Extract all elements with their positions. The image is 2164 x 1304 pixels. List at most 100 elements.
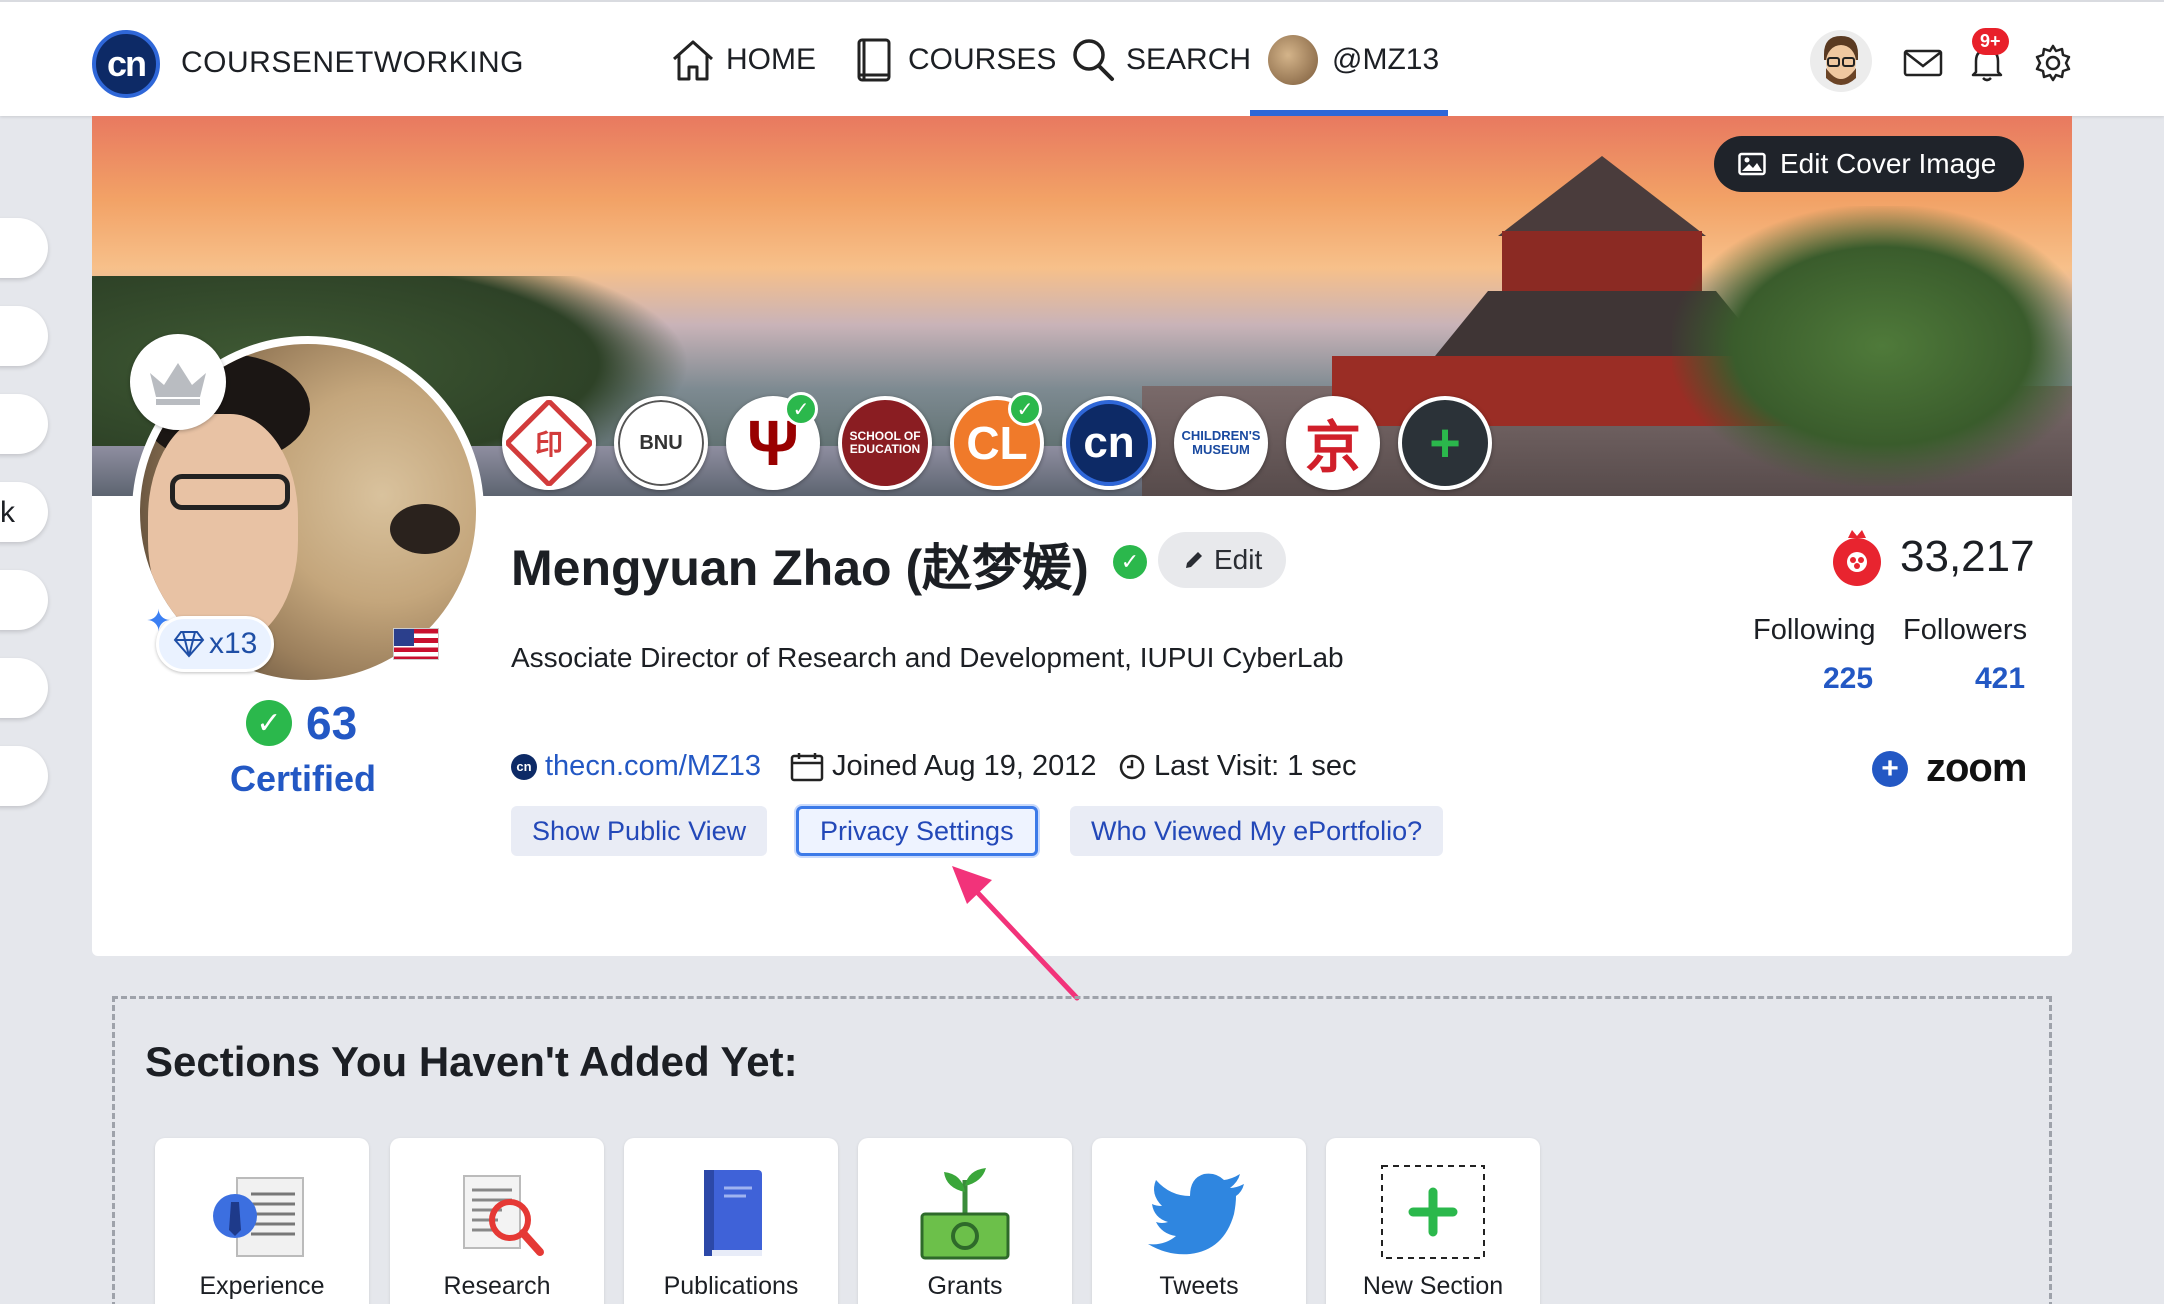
sections-title: Sections You Haven't Added Yet: [145,1038,798,1085]
joined-text: Joined Aug 19, 2012 [832,750,1097,782]
privacy-settings-button[interactable]: Privacy Settings [796,806,1038,856]
last-visit-text: Last Visit: 1 sec [1154,750,1357,782]
add-badge-button[interactable]: + [1398,396,1492,490]
coursenetworking-logo[interactable]: cn [92,30,160,98]
section-label: Grants [927,1272,1003,1300]
side-tab[interactable] [0,746,48,806]
edit-profile-button[interactable]: Edit [1158,532,1287,588]
side-tab[interactable] [0,218,48,278]
education-badge-text: SCHOOL OF EDUCATION [849,428,921,456]
add-zoom-icon[interactable]: + [1872,751,1908,787]
points-value: 33,217 [1900,532,2035,581]
certified-count[interactable]: ✓ 63 [246,696,357,750]
user-avatar[interactable] [1810,30,1872,92]
photo-dog-nose [390,504,460,554]
cover-willow [1672,206,2072,486]
edit-cover-label: Edit Cover Image [1780,148,1997,179]
school-of-education-badge[interactable]: SCHOOL OF EDUCATION [838,396,932,490]
gear-icon[interactable] [2032,42,2074,84]
edit-label: Edit [1214,544,1263,575]
section-experience[interactable]: Experience [155,1138,369,1304]
nav-search[interactable]: SEARCH [1068,32,1251,88]
nav-courses[interactable]: COURSES [850,32,1056,88]
image-icon [1738,152,1766,176]
clock-icon [1119,754,1145,779]
gem-counter[interactable]: x13 [156,616,275,672]
chinese-seal-badge[interactable]: 印 [502,396,596,490]
profile-title: Associate Director of Research and Devel… [511,642,1344,673]
beijing-normal-university-badge[interactable]: BNU [614,396,708,490]
cn-badge[interactable]: cn [1062,396,1156,490]
side-tab[interactable] [0,394,48,454]
nav-profile[interactable]: @MZ13 [1268,32,1439,88]
us-flag-icon [393,628,439,660]
section-label: Research [443,1272,551,1300]
brand-name[interactable]: COURSENETWORKING [181,46,524,80]
seal-glyph: 印 [534,428,564,460]
joined-date: Joined Aug 19, 2012 [790,750,1096,783]
section-label: Publications [663,1272,799,1300]
home-icon [672,40,714,81]
annotation-arrow [952,866,1080,1001]
nav-search-label: SEARCH [1126,43,1252,76]
check-icon: ✓ [784,392,818,426]
section-grants[interactable]: Grants [858,1138,1072,1304]
gem-count: x13 [209,627,258,660]
profile-url-link[interactable]: thecn.com/MZ13 [545,750,761,783]
section-label: New Section [1362,1272,1504,1300]
twitter-icon [1148,1173,1244,1255]
nav-courses-label: COURSES [908,43,1057,76]
profile-url[interactable]: cn thecn.com/MZ13 [511,750,761,783]
points-display[interactable]: 33,217 [1828,526,2035,588]
crown-icon[interactable] [130,334,226,430]
following-label[interactable]: Following [1753,614,1876,647]
bnu-seal-text: BNU [639,431,683,454]
experience-icon [213,1177,304,1257]
section-research[interactable]: Research [390,1138,604,1304]
search-icon [1073,39,1114,81]
nav-home[interactable]: HOME [668,32,816,88]
book-icon [857,38,891,82]
check-circle-icon: ✓ [246,700,292,746]
last-visit: Last Visit: 1 sec [1118,750,1357,783]
zoom-logo[interactable]: zoom [1926,746,2027,791]
photo-glasses [170,474,290,510]
childrens-museum-badge[interactable]: CHILDREN'S MUSEUM [1174,396,1268,490]
certified-label[interactable]: Certified [230,758,376,800]
check-icon: ✓ [1008,392,1042,426]
notification-badge: 9+ [1972,28,2009,55]
section-label: Experience [199,1272,325,1300]
nav-home-label: HOME [726,43,816,76]
publications-icon [704,1170,762,1256]
show-public-view-button[interactable]: Show Public View [511,806,768,856]
nav-profile-label: @MZ13 [1332,43,1440,76]
top-navbar: cn COURSENETWORKING HOME COURSES SEARCH … [0,0,2164,116]
followers-count[interactable]: 421 [1975,662,2025,696]
section-new[interactable]: New Section [1326,1138,1540,1304]
who-viewed-button[interactable]: Who Viewed My ePortfolio? [1070,806,1444,856]
section-label: Tweets [1159,1272,1239,1300]
plus-icon: + [1429,413,1461,473]
mail-icon[interactable] [1902,42,1944,84]
side-tab[interactable] [0,570,48,630]
side-tab[interactable] [0,658,48,718]
section-tweets[interactable]: Tweets [1092,1138,1306,1304]
section-publications[interactable]: Publications [624,1138,838,1304]
plus-icon [1381,1165,1485,1259]
diamond-icon [173,631,205,658]
certified-number: 63 [306,697,358,749]
following-count[interactable]: 225 [1823,662,1873,696]
avatar [1268,35,1318,85]
museum-badge-text: CHILDREN'S MUSEUM [1181,427,1261,457]
beijing-olympics-badge[interactable]: 京 [1286,396,1380,490]
side-tab[interactable] [0,306,48,366]
crown-shape [150,363,206,405]
user-avatar-illustration [1824,36,1858,85]
edit-cover-image-button[interactable]: Edit Cover Image [1714,136,2025,192]
calendar-icon [790,752,824,781]
profile-name: Mengyuan Zhao (赵梦媛) [511,540,1089,596]
verified-icon: ✓ [1113,545,1147,579]
research-icon [463,1175,544,1256]
seal-diamond-shape: 印 [506,400,592,486]
followers-label[interactable]: Followers [1903,614,2027,647]
